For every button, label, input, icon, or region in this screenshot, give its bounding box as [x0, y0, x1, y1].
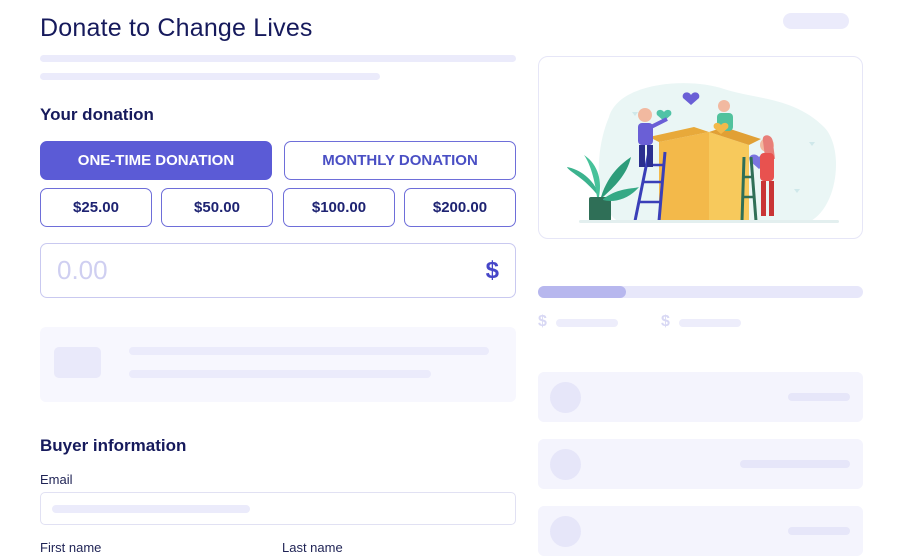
donor-amount-placeholder [740, 460, 850, 468]
custom-amount-input[interactable] [57, 255, 437, 286]
monthly-donation-tab[interactable]: MONTHLY DONATION [284, 141, 516, 180]
amount-option-200[interactable]: $200.00 [404, 188, 516, 227]
avatar [550, 449, 581, 480]
payment-text-line [129, 347, 489, 355]
donor-list-item [538, 439, 863, 489]
first-name-label: First name [40, 540, 102, 555]
raised-amount-placeholder [556, 319, 618, 327]
payment-method-placeholder [40, 327, 516, 402]
buyer-section-title: Buyer information [40, 436, 187, 455]
donation-section-title: Your donation [40, 105, 154, 124]
illustration-card [538, 56, 863, 239]
email-placeholder-line [52, 505, 250, 513]
description-line [40, 73, 380, 80]
donor-amount-placeholder [788, 527, 850, 535]
email-field[interactable] [40, 492, 516, 525]
card-icon-placeholder [54, 347, 101, 378]
amount-option-50[interactable]: $50.00 [161, 188, 273, 227]
donor-amount-placeholder [788, 393, 850, 401]
avatar [550, 516, 581, 547]
avatar [550, 382, 581, 413]
email-label: Email [40, 472, 73, 487]
goal-dollar-icon: $ [661, 313, 670, 330]
last-name-label: Last name [282, 540, 343, 555]
donor-list-item [538, 506, 863, 556]
raised-dollar-icon: $ [538, 313, 547, 330]
header-placeholder-pill [783, 13, 849, 29]
description-line [40, 55, 516, 62]
one-time-donation-tab[interactable]: ONE-TIME DONATION [40, 141, 272, 180]
fundraising-progress-fill [538, 286, 626, 298]
currency-symbol: $ [485, 256, 499, 284]
donor-list-item [538, 372, 863, 422]
page-title: Donate to Change Lives [40, 14, 313, 42]
amount-option-25[interactable]: $25.00 [40, 188, 152, 227]
donation-illustration [567, 83, 839, 223]
amount-option-100[interactable]: $100.00 [283, 188, 395, 227]
custom-amount-field[interactable]: $ [40, 243, 516, 298]
goal-amount-placeholder [679, 319, 741, 327]
payment-text-line [129, 370, 431, 378]
